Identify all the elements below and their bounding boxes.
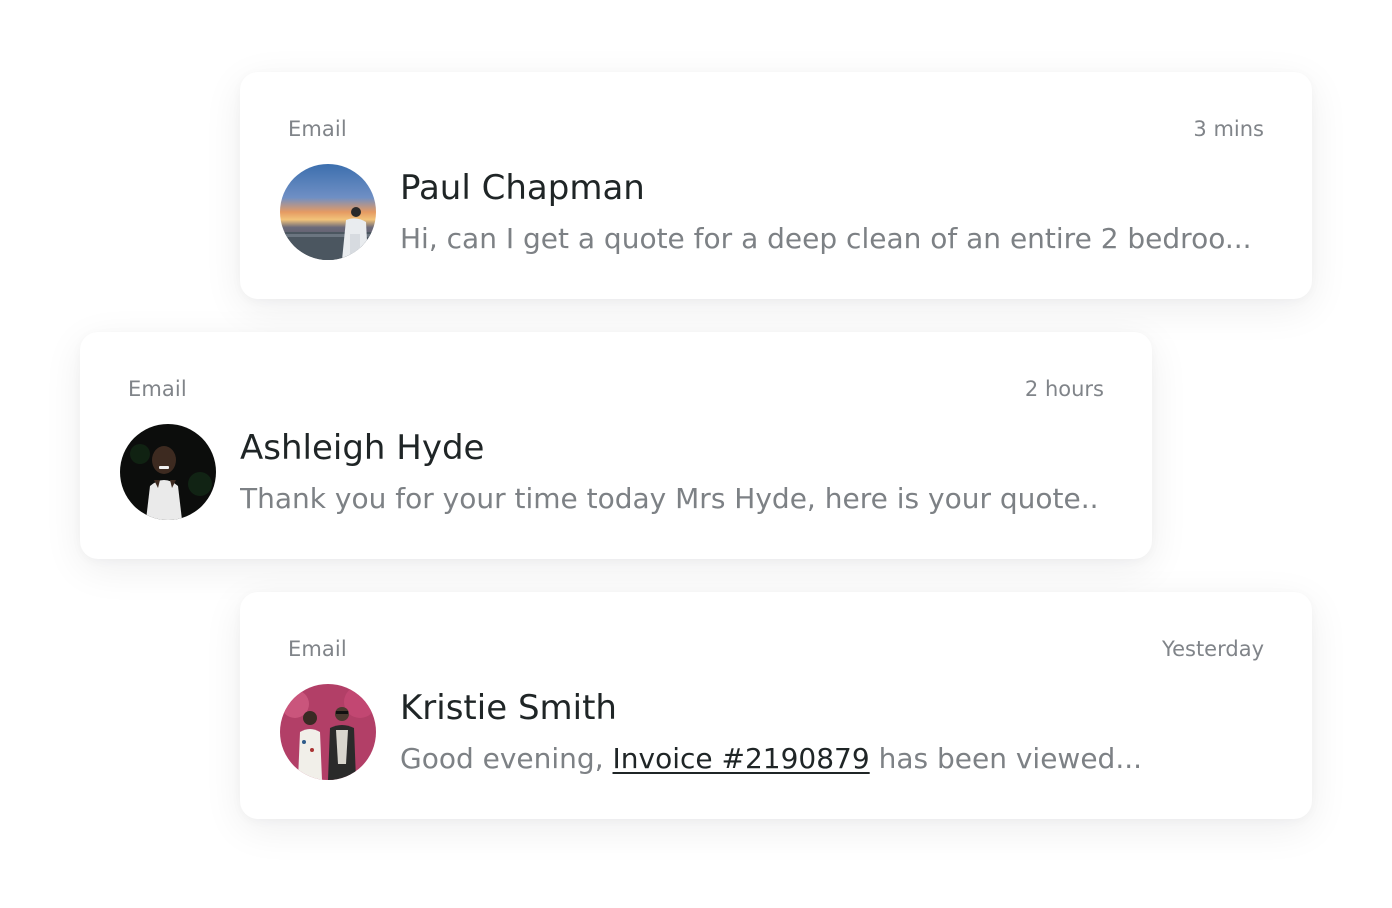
avatar <box>280 164 376 260</box>
channel-label: Email <box>288 117 347 141</box>
avatar-photo-sunset <box>280 164 376 260</box>
avatar <box>120 424 216 520</box>
notification-card-ashleigh-hyde[interactable]: Email 2 hours Ashleigh Hyde Thank you fo… <box>80 332 1152 559</box>
notification-card-kristie-smith[interactable]: Email Yesterday Kristie Smith Good eveni… <box>240 592 1312 819</box>
contact-name: Paul Chapman <box>400 168 645 208</box>
timestamp: Yesterday <box>1162 637 1264 661</box>
notification-stack: Email 3 mins Paul Chapman Hi, can I get … <box>0 0 1392 908</box>
channel-label: Email <box>288 637 347 661</box>
invoice-link[interactable]: Invoice #2190879 <box>613 742 870 775</box>
message-preview: Good evening, Invoice #2190879 has been … <box>400 742 1142 775</box>
timestamp: 2 hours <box>1024 377 1104 401</box>
contact-name: Ashleigh Hyde <box>240 428 485 468</box>
contact-name: Kristie Smith <box>400 688 617 728</box>
preview-suffix: has been viewed... <box>869 742 1143 775</box>
timestamp: 3 mins <box>1193 117 1264 141</box>
message-preview: Hi, can I get a quote for a deep clean o… <box>400 222 1252 255</box>
channel-label: Email <box>128 377 187 401</box>
avatar-photo-couple <box>280 684 376 780</box>
preview-prefix: Good evening, <box>400 742 613 775</box>
message-preview: Thank you for your time today Mrs Hyde, … <box>240 482 1100 515</box>
avatar-photo-portrait <box>120 424 216 520</box>
avatar <box>280 684 376 780</box>
notification-card-paul-chapman[interactable]: Email 3 mins Paul Chapman Hi, can I get … <box>240 72 1312 299</box>
